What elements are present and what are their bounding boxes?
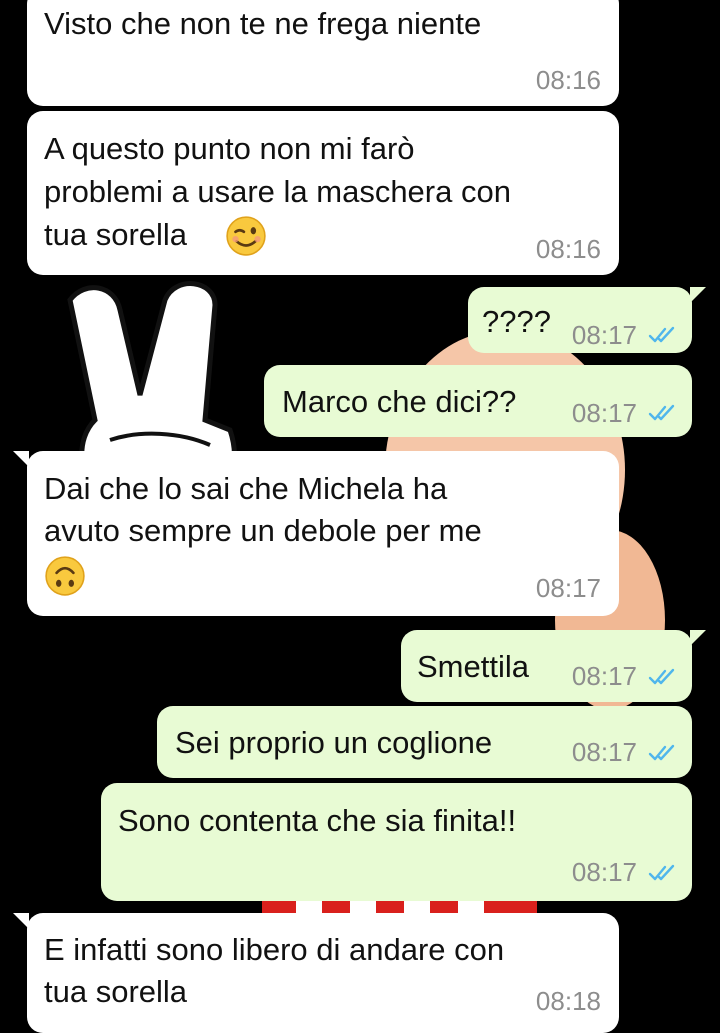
- message-bubble-incoming[interactable]: A questo punto non mi farò problemi a us…: [27, 111, 619, 275]
- message-bubble-outgoing[interactable]: Sei proprio un coglione 08:17: [157, 706, 692, 778]
- message-timestamp: 08:18: [535, 986, 601, 1016]
- message-timestamp: 08:16: [535, 65, 601, 95]
- message-timestamp: 08:17: [571, 737, 637, 767]
- message-text: Smettila: [417, 649, 529, 684]
- message-text-line: avuto sempre un debole per me: [44, 513, 482, 548]
- message-text-line: tua sorella: [44, 974, 188, 1009]
- message-bubble-incoming[interactable]: E infatti sono libero di andare con tua …: [13, 913, 619, 1033]
- read-double-tick-icon: [648, 864, 675, 881]
- winking-face-emoji: [226, 216, 266, 256]
- message-text: Visto che non te ne frega niente: [44, 6, 482, 41]
- message-text-line: E infatti sono libero di andare con: [44, 932, 505, 967]
- message-text: Sei proprio un coglione: [175, 725, 493, 760]
- message-bubble-outgoing[interactable]: Smettila 08:17: [401, 630, 706, 702]
- read-double-tick-icon: [648, 404, 675, 421]
- message-timestamp: 08:17: [571, 320, 637, 350]
- message-timestamp: 08:16: [535, 234, 601, 264]
- message-text-line: problemi a usare la maschera con: [44, 174, 511, 209]
- message-timestamp: 08:17: [571, 661, 637, 691]
- chat-messages-list[interactable]: Visto che non te ne frega niente 08:16 A…: [0, 0, 720, 1033]
- message-text: Sono contenta che sia finita!!: [118, 803, 517, 838]
- upside-down-face-emoji: [45, 556, 85, 596]
- message-text: ????: [482, 304, 551, 339]
- read-double-tick-icon: [648, 326, 675, 343]
- message-bubble-outgoing[interactable]: Marco che dici?? 08:17: [264, 365, 692, 437]
- message-text-line: tua sorella: [44, 217, 188, 252]
- message-text: Marco che dici??: [282, 384, 517, 419]
- read-double-tick-icon: [648, 668, 675, 685]
- message-bubble-incoming[interactable]: Dai che lo sai che Michela ha avuto semp…: [13, 451, 619, 616]
- message-bubble-outgoing[interactable]: Sono contenta che sia finita!! 08:17: [101, 783, 692, 901]
- message-bubble-outgoing[interactable]: ???? 08:17: [468, 287, 706, 353]
- message-bubble-incoming[interactable]: Visto che non te ne frega niente 08:16: [27, 0, 619, 106]
- read-double-tick-icon: [648, 744, 675, 761]
- message-timestamp: 08:17: [535, 573, 601, 603]
- message-timestamp: 08:17: [571, 857, 637, 887]
- message-timestamp: 08:17: [571, 398, 637, 428]
- message-text-line: Dai che lo sai che Michela ha: [44, 471, 448, 506]
- message-text-line: A questo punto non mi farò: [44, 131, 415, 166]
